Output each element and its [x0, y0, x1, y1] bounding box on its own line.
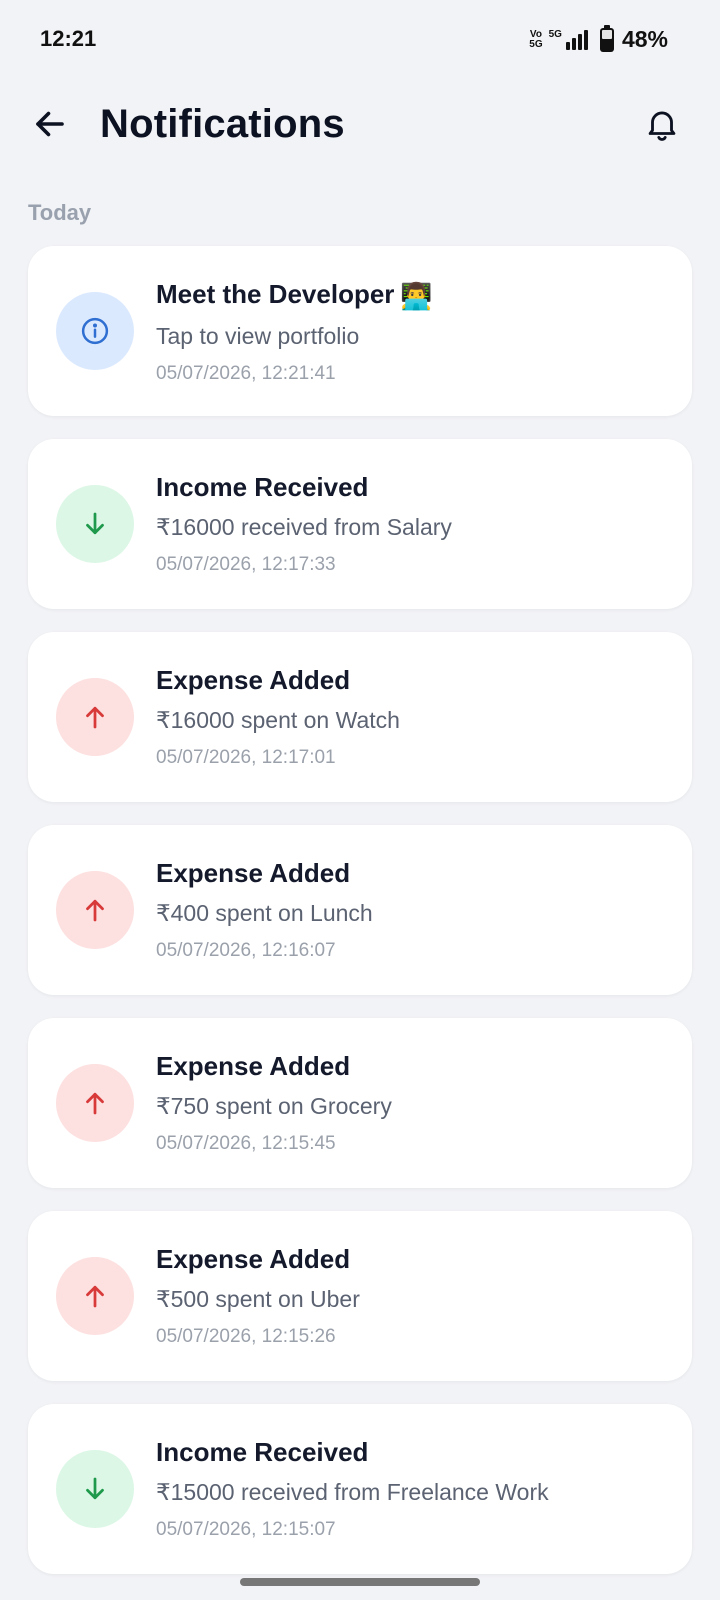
expense-icon-badge: [56, 1064, 134, 1142]
notification-timestamp: 05/07/2026, 12:17:01: [156, 747, 336, 768]
arrow-down-icon: [86, 1477, 104, 1500]
notification-timestamp: 05/07/2026, 12:15:26: [156, 1326, 336, 1347]
notification-message: Tap to view portfolio: [156, 323, 360, 349]
battery-percent: 48%: [621, 26, 668, 52]
notification-message: ₹750 spent on Grocery: [156, 1093, 392, 1119]
notification-message: ₹16000 received from Salary: [156, 514, 452, 540]
home-indicator[interactable]: [240, 1578, 480, 1586]
notifications-bell-button[interactable]: [638, 100, 686, 148]
arrow-down-icon: [86, 512, 104, 535]
notification-card[interactable]: Expense Added ₹500 spent on Uber 05/07/2…: [28, 1211, 692, 1381]
notification-title: Expense Added: [156, 858, 351, 888]
app-header: Notifications: [0, 90, 720, 166]
arrow-up-icon: [86, 1092, 104, 1115]
arrow-up-icon: [86, 899, 104, 922]
income-icon-badge: [56, 1450, 134, 1528]
signal-icon: 5G: [548, 28, 588, 50]
arrow-up-icon: [86, 706, 104, 729]
arrow-left-icon: [36, 111, 64, 137]
notification-timestamp: 05/07/2026, 12:15:45: [156, 1133, 336, 1154]
developer-emoji-icon: 👨‍💻: [400, 281, 433, 311]
income-icon-badge: [56, 485, 134, 563]
notification-title: Expense Added: [156, 1244, 351, 1274]
notification-title: Expense Added: [156, 1051, 351, 1081]
back-button[interactable]: [26, 100, 74, 148]
notification-title: Meet the Developer 👨‍💻: [156, 279, 433, 311]
notification-title: Expense Added: [156, 665, 351, 695]
page-title: Notifications: [100, 102, 345, 146]
notification-title: Income Received: [156, 472, 369, 502]
bell-icon: [648, 111, 676, 141]
notification-title: Income Received: [156, 1437, 369, 1467]
notification-card[interactable]: Income Received ₹16000 received from Sal…: [28, 439, 692, 609]
expense-icon-badge: [56, 871, 134, 949]
notification-card[interactable]: Meet the Developer 👨‍💻 Tap to view portfo…: [28, 246, 692, 416]
status-icons: Vo 5G 5G 48%: [529, 24, 668, 53]
notification-card[interactable]: Income Received ₹15000 received from Fre…: [28, 1404, 692, 1574]
status-time: 12:21: [40, 26, 97, 51]
arrow-up-icon: [86, 1285, 104, 1308]
volte-icon: Vo 5G: [529, 28, 543, 50]
notification-card[interactable]: Expense Added ₹750 spent on Grocery 05/0…: [28, 1018, 692, 1188]
section-label-today: Today: [28, 200, 92, 225]
notification-list: Meet the Developer 👨‍💻 Tap to view portfo…: [28, 246, 692, 1597]
notification-timestamp: 05/07/2026, 12:15:07: [156, 1519, 336, 1540]
info-icon: [81, 317, 109, 345]
notification-message: ₹400 spent on Lunch: [156, 900, 373, 926]
notification-timestamp: 05/07/2026, 12:17:33: [156, 554, 336, 575]
notification-message: ₹500 spent on Uber: [156, 1286, 360, 1312]
info-icon-badge: [56, 292, 134, 370]
notification-card[interactable]: Expense Added ₹16000 spent on Watch 05/0…: [28, 632, 692, 802]
expense-icon-badge: [56, 678, 134, 756]
notification-card[interactable]: Expense Added ₹400 spent on Lunch 05/07/…: [28, 825, 692, 995]
notification-message: ₹15000 received from Freelance Work: [156, 1479, 549, 1505]
expense-icon-badge: [56, 1257, 134, 1335]
notification-timestamp: 05/07/2026, 12:21:41: [156, 363, 336, 384]
notification-timestamp: 05/07/2026, 12:16:07: [156, 940, 336, 961]
battery-icon: [599, 24, 614, 52]
status-bar: 12:21 Vo 5G 5G 48%: [0, 0, 720, 84]
network-type: 5G: [548, 28, 562, 40]
notification-message: ₹16000 spent on Watch: [156, 707, 400, 733]
